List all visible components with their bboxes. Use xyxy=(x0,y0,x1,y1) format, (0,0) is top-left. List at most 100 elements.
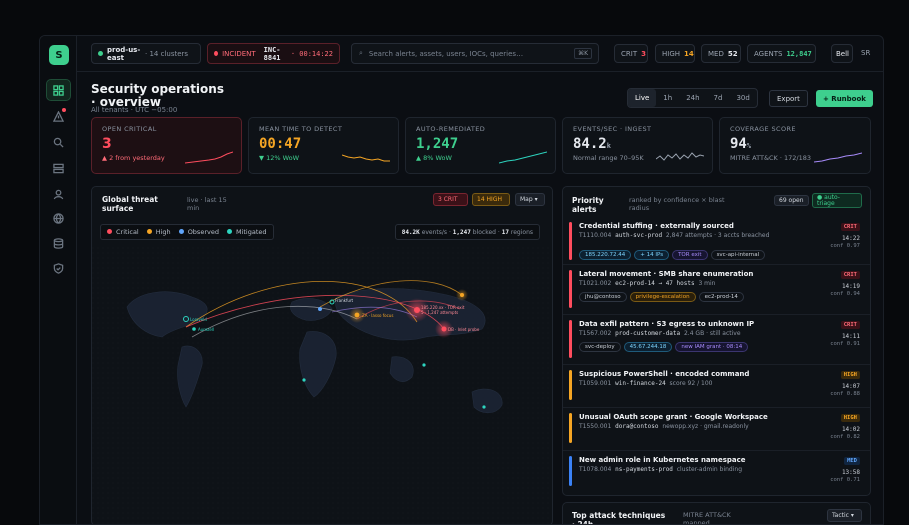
runbook-button[interactable]: + Runbook xyxy=(816,90,873,107)
alert-time: 14:07 xyxy=(841,383,860,390)
high-node[interactable] xyxy=(354,312,360,318)
severity-badge: CRIT xyxy=(840,271,860,279)
alert-time: 13:58 xyxy=(841,469,860,476)
critical-node[interactable] xyxy=(414,307,420,313)
nav-data[interactable] xyxy=(47,233,70,253)
tag-pill[interactable]: TOR exit xyxy=(672,250,708,260)
alert-meta: T1059.001 win-finance-24 score 92 / 100 xyxy=(579,380,713,387)
tactic-dropdown[interactable]: Tactic ▾ xyxy=(827,509,862,522)
kpi-mttd[interactable]: MEAN TIME TO DETECT 00:47 ▼ 12% WoW xyxy=(248,117,399,174)
stat-eps: 84.2K xyxy=(401,228,420,236)
app-logo[interactable]: S xyxy=(49,45,69,65)
export-button[interactable]: Export xyxy=(769,90,808,107)
nav-dashboard[interactable] xyxy=(46,79,71,101)
alert-title: Credential stuffing · externally sourced xyxy=(579,222,734,230)
med-value: 52 xyxy=(727,49,738,58)
database-icon xyxy=(53,237,64,249)
global-search[interactable]: ⌕ Search alerts, assets, users, IOCs, qu… xyxy=(351,43,599,64)
alert-time: 14:02 xyxy=(841,426,860,433)
search-icon xyxy=(53,137,64,148)
asset-pill[interactable]: ec2-prod-14 xyxy=(698,292,744,302)
alert-confidence: conf 0.97 xyxy=(830,243,860,249)
ioc-pill[interactable]: + 14 IPs xyxy=(634,250,670,260)
tag-pill[interactable]: privilege-escalation xyxy=(629,292,696,302)
crit-label: CRIT xyxy=(621,49,638,58)
alert-time: 14:11 xyxy=(841,333,860,340)
top-bar: prod-us-east · 14 clusters INCIDENT INC-… xyxy=(77,36,883,72)
map-mode-dropdown[interactable]: Map ▾ xyxy=(515,193,545,206)
open-count-badge[interactable]: 69 open xyxy=(774,195,809,206)
sidebar: S xyxy=(40,36,77,524)
techniques-meta: MITRE ATT&CK mapped xyxy=(683,511,731,525)
alert-title: Data exfil pattern · S3 egress to unknow… xyxy=(579,320,755,328)
nav-policies[interactable] xyxy=(47,258,70,278)
kpi-sparkline xyxy=(814,152,862,163)
nav-network[interactable] xyxy=(47,208,70,228)
nav-cases[interactable] xyxy=(47,158,70,178)
user-icon xyxy=(53,189,64,199)
alert-row[interactable]: Suspicious PowerShell · encoded command … xyxy=(563,365,870,408)
kpi-events-per-sec[interactable]: EVENTS/SEC · INGEST 84.2k Normal range 7… xyxy=(562,117,713,174)
alert-row[interactable]: Unusual OAuth scope grant · Google Works… xyxy=(563,408,870,451)
high-node[interactable] xyxy=(460,293,464,297)
alert-confidence: conf 0.82 xyxy=(830,434,860,440)
range-30d[interactable]: 30d xyxy=(729,89,756,107)
range-24h[interactable]: 24h xyxy=(679,89,706,107)
incident-chip[interactable]: INCIDENT INC-8841 · 00:14:22 xyxy=(207,43,340,64)
observed-node[interactable] xyxy=(482,405,486,409)
search-icon: ⌕ xyxy=(359,49,363,57)
severity-bar xyxy=(569,456,572,486)
high-count-chip[interactable]: HIGH 14 xyxy=(655,44,695,63)
origin-node[interactable] xyxy=(192,327,196,331)
hub-node[interactable] xyxy=(318,307,322,311)
severity-bar xyxy=(569,413,572,443)
environment-selector[interactable]: prod-us-east · 14 clusters xyxy=(91,43,201,64)
range-live[interactable]: Live xyxy=(628,89,657,107)
ioc-pill[interactable]: 185.220.72.44 xyxy=(579,250,632,260)
ioc-pill[interactable]: 45.67.244.18 xyxy=(623,342,673,352)
observed-node[interactable] xyxy=(302,378,306,382)
range-1h[interactable]: 1h xyxy=(656,89,679,107)
alert-row[interactable]: Lateral movement · SMB share enumeration… xyxy=(563,265,870,315)
alert-row[interactable]: Credential stuffing · externally sourced… xyxy=(563,217,870,265)
high-label: HIGH xyxy=(662,49,681,58)
incident-label: INCIDENT xyxy=(222,49,256,58)
crit-count-chip[interactable]: CRIT 3 xyxy=(614,44,648,63)
observed-node[interactable] xyxy=(422,363,426,367)
auto-triage-toggle[interactable]: ● auto-triage xyxy=(812,193,862,208)
asset-pill[interactable]: svc-api-internal xyxy=(710,250,766,260)
nav-search[interactable] xyxy=(47,132,70,152)
bell-icon: Bell xyxy=(836,49,849,58)
med-count-chip[interactable]: MED 52 xyxy=(701,44,741,63)
legend-high: High xyxy=(146,228,171,236)
alert-confidence: conf 0.88 xyxy=(830,391,860,397)
user-avatar[interactable]: SR xyxy=(861,49,870,57)
kpi-auto-remediated[interactable]: AUTO-REMEDIATED 1,247 ▲ 8% WoW xyxy=(405,117,556,174)
legend-critical: Critical xyxy=(107,228,139,236)
kpi-open-critical[interactable]: OPEN CRITICAL 3 ▲ 2 from yesterday xyxy=(91,117,242,174)
severity-bar xyxy=(569,222,572,260)
kpi-sparkline xyxy=(342,154,390,162)
kpi-coverage-score[interactable]: COVERAGE SCORE 94% MITRE ATT&CK · 172/18… xyxy=(719,117,871,174)
tag-pill[interactable]: new IAM grant · 08:14 xyxy=(675,342,749,352)
high-filter-tag[interactable]: 14 HIGH xyxy=(472,193,510,206)
alert-confidence: conf 0.91 xyxy=(830,341,860,347)
severity-bar xyxy=(569,370,572,400)
severity-badge: CRIT xyxy=(840,321,860,329)
user-pill[interactable]: jhu@contoso xyxy=(579,292,627,302)
critical-node[interactable] xyxy=(441,326,447,332)
map-title: Global threat surface xyxy=(102,195,158,213)
user-pill[interactable]: svc-deploy xyxy=(579,342,621,352)
nav-identities[interactable] xyxy=(47,184,70,204)
alert-meta: T1110.004 auth-svc-prod 2,847 attempts ·… xyxy=(579,232,770,239)
bell-button[interactable]: Bell xyxy=(831,44,853,63)
svg-text:Lorsveld: Lorsveld xyxy=(190,317,207,322)
range-7d[interactable]: 7d xyxy=(707,89,730,107)
agents-count-chip[interactable]: AGENTS 12,847 xyxy=(747,44,816,63)
alert-confidence: conf 0.94 xyxy=(830,291,860,297)
crit-filter-tag[interactable]: 3 CRIT xyxy=(433,193,468,206)
alert-row[interactable]: New admin role in Kubernetes namespace T… xyxy=(563,451,870,494)
alert-row[interactable]: Data exfil pattern · S3 egress to unknow… xyxy=(563,315,870,365)
alert-title: Unusual OAuth scope grant · Google Works… xyxy=(579,413,768,421)
nav-alerts[interactable] xyxy=(47,106,70,126)
